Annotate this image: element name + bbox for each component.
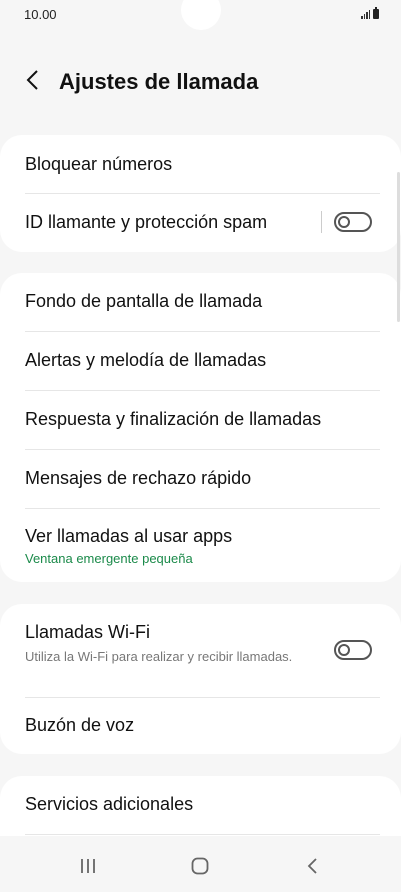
row-label: Mensajes de rechazo rápido: [25, 468, 252, 488]
scrollbar[interactable]: [397, 172, 400, 322]
settings-group-call-display: Fondo de pantalla de llamada Alertas y m…: [0, 273, 401, 582]
recents-icon[interactable]: [68, 852, 108, 880]
camera-notch: [181, 0, 221, 30]
row-label: Fondo de pantalla de llamada: [25, 291, 263, 311]
toggle-knob: [338, 644, 350, 656]
row-subtitle: Ventana emergente pequeña: [25, 551, 193, 566]
signal-icon: [361, 10, 370, 19]
row-call-background[interactable]: Fondo de pantalla de llamada: [0, 273, 401, 331]
row-wifi-calling[interactable]: Llamadas Wi-Fi Utiliza la Wi-Fi para rea…: [0, 604, 401, 697]
back-icon[interactable]: [293, 852, 333, 880]
row-block-numbers[interactable]: Bloquear números: [0, 135, 401, 193]
row-subtitle: Utiliza la Wi-Fi para realizar y recibir…: [25, 649, 293, 664]
row-answer-end-calls[interactable]: Respuesta y finalización de llamadas: [0, 391, 401, 449]
battery-icon: [373, 7, 379, 19]
row-label: Llamadas Wi-Fi: [25, 622, 151, 642]
row-label: ID llamante y protección spam: [25, 212, 268, 232]
status-bar: 10.00: [0, 0, 401, 30]
row-label: Respuesta y finalización de llamadas: [25, 409, 322, 429]
row-label: Buzón de voz: [25, 715, 135, 735]
row-calls-while-using-apps[interactable]: Ver llamadas al usar apps Ventana emerge…: [0, 509, 401, 582]
row-additional-services[interactable]: Servicios adicionales: [0, 776, 401, 834]
row-label: Alertas y melodía de llamadas: [25, 350, 267, 370]
row-caller-id-spam[interactable]: ID llamante y protección spam: [0, 194, 401, 252]
status-time: 10.00: [24, 7, 57, 22]
row-quick-decline-messages[interactable]: Mensajes de rechazo rápido: [0, 450, 401, 508]
row-label: Ver llamadas al usar apps: [25, 526, 233, 546]
page-title: Ajustes de llamada: [59, 69, 259, 94]
row-label: Bloquear números: [25, 154, 173, 174]
wifi-calling-toggle[interactable]: [334, 640, 372, 660]
row-voicemail[interactable]: Buzón de voz: [0, 698, 401, 754]
caller-id-toggle[interactable]: [334, 212, 372, 232]
back-arrow-icon[interactable]: [22, 68, 46, 92]
settings-group-blocking: Bloquear números ID llamante y protecció…: [0, 135, 401, 252]
row-alerts-ringtones[interactable]: Alertas y melodía de llamadas: [0, 332, 401, 390]
navigation-bar: [0, 836, 401, 892]
divider: [25, 834, 380, 835]
settings-group-wifi-voicemail: Llamadas Wi-Fi Utiliza la Wi-Fi para rea…: [0, 604, 401, 754]
app-header: Ajustes de llamada: [0, 60, 401, 104]
status-icons: [361, 7, 379, 19]
home-icon[interactable]: [180, 852, 220, 880]
toggle-knob: [338, 216, 350, 228]
vertical-separator: [321, 211, 322, 233]
row-label: Servicios adicionales: [25, 794, 194, 814]
